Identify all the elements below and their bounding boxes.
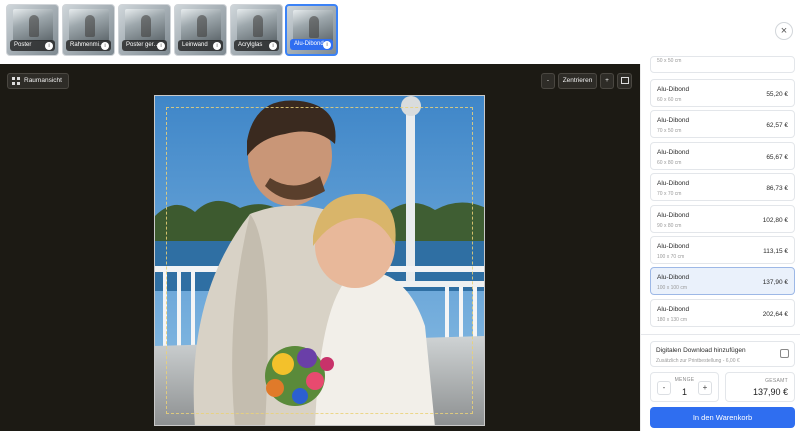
size-option[interactable]: Alu-Dibond 100 x 70 cm 113,15 € [650, 236, 795, 264]
option-price: 113,15 € [763, 248, 788, 255]
option-name: Alu-Dibond [657, 212, 690, 219]
zoom-in-button[interactable]: + [600, 73, 614, 89]
option-size: 100 x 100 cm [657, 285, 688, 291]
digital-download-addon[interactable]: Digitalen Download hinzufügen Zusätzlich… [650, 341, 795, 367]
size-option[interactable]: Alu-Dibond 180 x 130 cm 202,64 € [650, 299, 795, 327]
photo-preview[interactable] [154, 95, 485, 426]
option-price: 62,57 € [766, 122, 788, 129]
product-preview-image [69, 9, 109, 41]
close-icon: × [780, 25, 788, 37]
option-size: 70 x 50 cm [657, 128, 682, 134]
option-name: Alu-Dibond [657, 243, 690, 250]
option-size: 70 x 70 cm [657, 191, 682, 197]
product-thumb-caption: Poster i [10, 40, 55, 51]
image-icon [620, 77, 629, 84]
option-name: Alu-Dibond [657, 180, 690, 187]
quantity-decrease-button[interactable]: - [657, 381, 671, 395]
option-size: 100 x 70 cm [657, 254, 685, 260]
product-thumb-acrylglas[interactable]: Acrylglas i [230, 4, 283, 56]
product-preview-image [293, 10, 333, 42]
image-settings-button[interactable] [617, 73, 632, 89]
option-price: 102,80 € [762, 217, 788, 224]
info-icon[interactable]: i [213, 41, 221, 50]
info-icon[interactable]: i [323, 40, 331, 49]
quantity-stepper: MENGE 1 - + [650, 372, 719, 402]
option-name: Alu-Dibond [657, 86, 690, 93]
preview-area: Raumansicht - Zentrieren + [0, 64, 640, 431]
total-label: GESAMT [765, 378, 788, 384]
product-thumb-poster[interactable]: Poster i [6, 4, 59, 56]
info-icon[interactable]: i [45, 41, 53, 50]
size-option[interactable]: Alu-Dibond 60 x 80 cm 65,67 € [650, 142, 795, 170]
close-button[interactable]: × [775, 22, 793, 40]
option-price: 65,67 € [766, 154, 788, 161]
center-button[interactable]: Zentrieren [558, 73, 597, 89]
option-name: Alu-Dibond [657, 117, 690, 124]
product-thumb-caption: Rahmenmi… i [66, 40, 111, 51]
option-name: Alu-Dibond [657, 149, 690, 156]
total-price-box: GESAMT 137,90 € [725, 372, 795, 402]
option-price: 86,73 € [766, 185, 788, 192]
size-option[interactable]: Alu-Dibond 90 x 80 cm 102,80 € [650, 205, 795, 233]
size-option[interactable]: Alu-Dibond 70 x 50 cm 62,57 € [650, 110, 795, 138]
addon-subtitle: Zusätzlich zur Printbestellung - 6,00 € [656, 358, 740, 364]
product-type-strip: Poster i Rahmenmi… i Poster ger… i Leinwand… [0, 0, 800, 64]
zoom-out-button[interactable]: - [541, 73, 555, 89]
info-icon[interactable]: i [101, 41, 109, 50]
product-thumb-rahmen[interactable]: Rahmenmi… i [62, 4, 115, 56]
product-configurator: Poster i Rahmenmi… i Poster ger… i Leinwand… [0, 0, 800, 431]
option-price: 137,90 € [762, 279, 788, 286]
option-size: 90 x 80 cm [657, 223, 682, 229]
quantity-increase-button[interactable]: + [698, 381, 712, 395]
product-thumb-poster-gerahmt[interactable]: Poster ger… i [118, 4, 171, 56]
size-option[interactable]: 50 x 50 cm [650, 56, 795, 73]
size-options-panel: 50 x 50 cm Alu-Dibond 60 x 60 cm 55,20 €… [640, 56, 800, 431]
product-thumb-caption: Leinwand i [178, 40, 223, 51]
option-name: Alu-Dibond [657, 274, 690, 281]
panel-divider [641, 334, 800, 335]
product-preview-image [125, 9, 165, 41]
option-size: 180 x 130 cm [657, 317, 688, 323]
product-preview-image [237, 9, 277, 41]
addon-title: Digitalen Download hinzufügen [656, 347, 746, 354]
size-option-selected[interactable]: Alu-Dibond 100 x 100 cm 137,90 € [650, 267, 795, 295]
add-to-cart-button[interactable]: In den Warenkorb [650, 407, 795, 428]
product-thumb-caption: Alu-Dibond i [290, 39, 333, 50]
info-icon[interactable]: i [269, 41, 277, 50]
product-thumb-leinwand[interactable]: Leinwand i [174, 4, 227, 56]
product-preview-image [13, 9, 53, 41]
size-option[interactable]: Alu-Dibond 70 x 70 cm 86,73 € [650, 173, 795, 201]
option-size: 60 x 80 cm [657, 160, 682, 166]
option-size: 50 x 50 cm [657, 58, 682, 64]
product-thumb-caption: Acrylglas i [234, 40, 279, 51]
option-size: 60 x 60 cm [657, 97, 682, 103]
product-preview-image [181, 9, 221, 41]
room-view-button[interactable]: Raumansicht [7, 73, 69, 89]
wedding-photo-illustration [155, 96, 484, 425]
product-thumb-caption: Poster ger… i [122, 40, 167, 51]
option-name: Alu-Dibond [657, 306, 690, 313]
addon-checkbox[interactable] [780, 349, 789, 358]
option-price: 55,20 € [766, 91, 788, 98]
room-view-label: Raumansicht [24, 77, 62, 84]
option-price: 202,64 € [762, 311, 788, 318]
product-thumb-alu-dibond[interactable]: Alu-Dibond i [285, 4, 338, 56]
size-option[interactable]: Alu-Dibond 60 x 60 cm 55,20 € [650, 79, 795, 107]
grid-icon [12, 77, 20, 85]
total-value: 137,90 € [752, 387, 788, 397]
info-icon[interactable]: i [157, 41, 165, 50]
